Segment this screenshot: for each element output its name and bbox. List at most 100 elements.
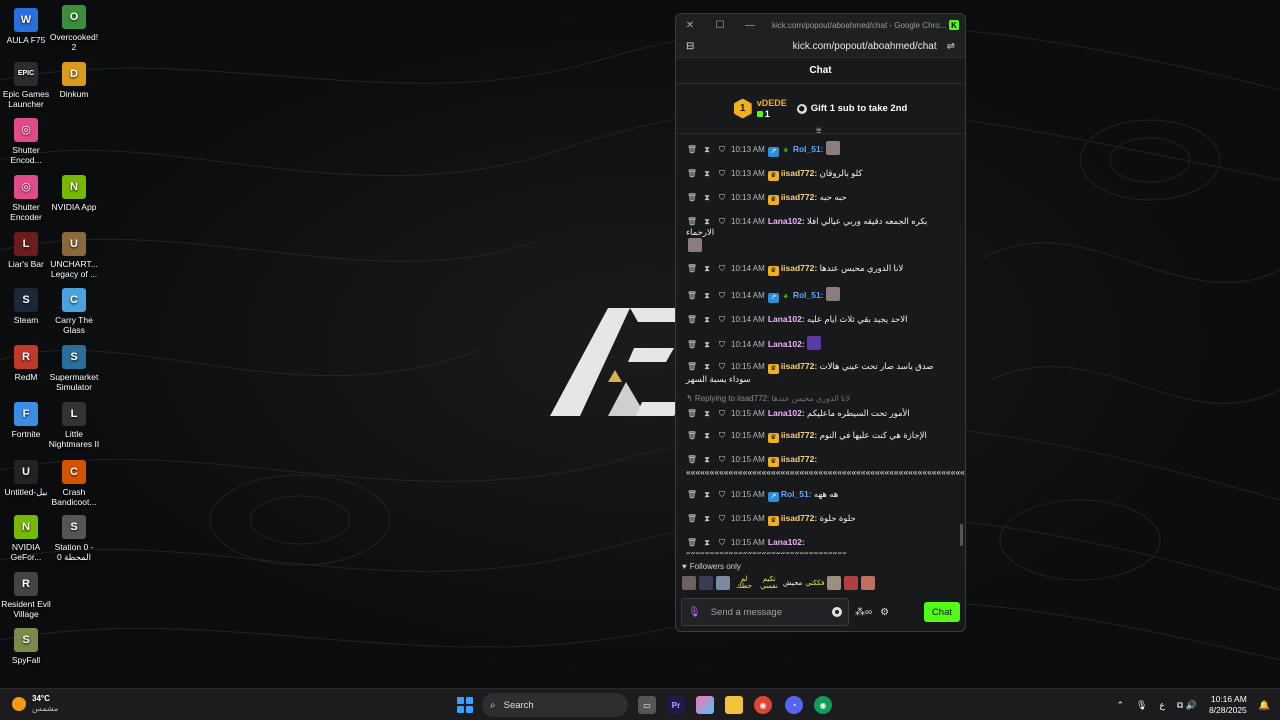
desktop-icon[interactable]: C Crash Bandicoot... <box>48 460 100 507</box>
emoji-picker-icon[interactable]: ☻ <box>832 607 842 617</box>
emote-text[interactable]: لم حطك <box>733 576 755 590</box>
crown-badge-icon[interactable]: ♛ <box>767 457 779 467</box>
clock[interactable]: 10:16 AM 8/28/2025 <box>1209 694 1247 716</box>
crown-badge-icon[interactable]: ♛ <box>767 195 779 205</box>
timeout-icon[interactable]: ⧗ <box>701 513 713 524</box>
desktop-icon[interactable]: L Liar's Bar <box>0 232 52 269</box>
timeout-icon[interactable]: ⧗ <box>701 430 713 441</box>
microphone-tray-icon[interactable]: 🎙 <box>1136 700 1147 711</box>
start-button[interactable] <box>457 697 473 713</box>
timeout-icon[interactable]: ⧗ <box>701 290 713 301</box>
emote-text[interactable]: تكيم نفسي <box>758 576 780 590</box>
delete-icon[interactable]: 🗑 <box>686 339 698 350</box>
ban-icon[interactable]: ⛉ <box>716 168 728 179</box>
photos-icon[interactable] <box>696 696 714 714</box>
delete-icon[interactable]: 🗑 <box>686 263 698 274</box>
desktop-icon[interactable]: D Dinkum <box>48 62 100 99</box>
chat-message[interactable]: 🗑 ⧗ ⛉ 10:15 AM ♛ iisad772: حلوة حلوة <box>686 508 957 532</box>
chat-message[interactable]: 🗑 ⧗ ⛉ 10:15 AM ♛ iisad772: الإجازة هي كنت علي… <box>686 425 957 449</box>
message-username[interactable]: Lana102: <box>768 339 805 349</box>
timeout-icon[interactable]: ⧗ <box>701 454 713 465</box>
chat-message[interactable]: 🗑 ⧗ ⛉ 10:14 AM ♛ iisad772: لانا الدوري محبس ع… <box>686 258 957 282</box>
delete-icon[interactable]: 🗑 <box>686 454 698 465</box>
chrome-active-icon[interactable]: ◉ <box>814 696 832 714</box>
gift-badge-icon[interactable]: ⚘ <box>781 293 791 303</box>
message-username[interactable]: Rol_51: <box>781 489 812 499</box>
emote[interactable] <box>844 576 859 590</box>
close-window-button[interactable]: ✕ <box>682 17 698 33</box>
delete-icon[interactable]: 🗑 <box>686 168 698 179</box>
timeout-icon[interactable]: ⧗ <box>701 361 713 372</box>
chevron-up-icon[interactable]: ⌃ <box>1116 700 1124 711</box>
crown-badge-icon[interactable]: ♛ <box>767 433 779 443</box>
crown-badge-icon[interactable]: ♛ <box>767 364 779 374</box>
timeout-icon[interactable]: ⧗ <box>701 263 713 274</box>
chat-message[interactable]: 🗑 ⧗ ⛉ 10:14 AM Lana102: بكره الجمعه دقيقه ور… <box>686 211 957 258</box>
ban-icon[interactable]: ⛉ <box>716 192 728 203</box>
timeout-icon[interactable]: ⧗ <box>701 339 713 350</box>
delete-icon[interactable]: 🗑 <box>686 314 698 325</box>
microphone-icon[interactable]: 🎙 <box>688 607 701 618</box>
message-username[interactable]: iisad772: <box>781 263 817 273</box>
emote-image[interactable] <box>825 141 840 155</box>
chat-message[interactable]: 🗑 ⧗ ⛉ 10:14 AM Lana102: الاحد يجيد بقي ثلاث … <box>686 309 957 331</box>
desktop-icon[interactable]: O Overcooked! 2 <box>48 5 100 52</box>
desktop-icon[interactable]: EPIC Epic Games Launcher <box>0 62 52 109</box>
message-username[interactable]: iisad772: <box>781 430 817 440</box>
site-info-icon[interactable]: ⊟ <box>684 41 696 52</box>
chat-message[interactable]: 🗑 ⧗ ⛉ 10:15 AM ♛ iisad772: صدق ياسد صار تحت ع… <box>686 356 957 391</box>
tune-icon[interactable]: ⇌ <box>945 41 957 52</box>
desktop-icon[interactable]: S Steam <box>0 288 52 325</box>
discord-icon[interactable]: ◔ <box>785 696 803 714</box>
send-chat-button[interactable]: Chat <box>923 602 960 622</box>
message-username[interactable]: Lana102: <box>768 408 805 418</box>
chat-message[interactable]: 🗑 ⧗ ⛉ 10:15 AM ♛ iisad772: ««««««««««««««««««… <box>686 449 965 484</box>
message-username[interactable]: iisad772: <box>781 361 817 371</box>
ban-icon[interactable]: ⛉ <box>716 430 728 441</box>
ban-icon[interactable]: ⛉ <box>716 144 728 155</box>
gift-badge-icon[interactable]: ⚘ <box>781 147 791 157</box>
taskbar-search[interactable]: ⌕ Search <box>482 693 628 717</box>
timeout-icon[interactable]: ⧗ <box>701 144 713 155</box>
message-input[interactable]: 🎙 Send a message ☻ <box>681 598 849 626</box>
chat-message[interactable]: 🗑 ⧗ ⛉ 10:15 AM ↗ Rol_51: هه ههه <box>686 484 957 508</box>
crown-badge-icon[interactable]: ♛ <box>767 171 779 181</box>
language-indicator[interactable]: ع <box>1159 700 1164 711</box>
timeout-icon[interactable]: ⧗ <box>701 489 713 500</box>
message-username[interactable]: iisad772: <box>781 192 817 202</box>
emote-text[interactable]: محيش <box>783 580 802 587</box>
desktop-icon[interactable]: S Supermarket Simulator <box>48 345 100 392</box>
minimize-window-button[interactable]: — <box>742 17 758 33</box>
crown-badge-icon[interactable]: ♛ <box>767 516 779 526</box>
message-username[interactable]: Lana102: <box>768 314 805 324</box>
settings-gear-icon[interactable]: ⚙ <box>878 607 891 618</box>
gift-sub-button[interactable]: ⬢ Gift 1 sub to take 2nd <box>796 103 907 114</box>
channel-points-icon[interactable]: ⁂∞ <box>853 607 874 618</box>
chat-scrollbar[interactable] <box>960 524 963 546</box>
ban-icon[interactable]: ⛉ <box>716 263 728 274</box>
chat-message[interactable]: 🗑 ⧗ ⛉ 10:15 AM Lana102: الأمور تحت السيطره م… <box>686 403 957 425</box>
message-username[interactable]: iisad772: <box>781 513 817 523</box>
emote[interactable] <box>682 576 696 590</box>
desktop-icon[interactable]: S SpyFall <box>0 628 52 665</box>
emote[interactable] <box>699 576 713 590</box>
timeout-icon[interactable]: ⧗ <box>701 408 713 419</box>
delete-icon[interactable]: 🗑 <box>686 290 698 301</box>
message-username[interactable]: iisad772: <box>781 168 817 178</box>
timeout-icon[interactable]: ⧗ <box>701 314 713 325</box>
ban-icon[interactable]: ⛉ <box>716 290 728 301</box>
chat-message[interactable]: 🗑 ⧗ ⛉ 10:14 AM ↗ ⚘ Rol_51: <box>686 282 957 309</box>
desktop-icon[interactable]: ◎ Shutter Encoder <box>0 175 52 222</box>
emote[interactable] <box>827 576 842 590</box>
crown-badge-icon[interactable]: ♛ <box>767 266 779 276</box>
desktop-icon[interactable]: W AULA F75 <box>0 8 52 45</box>
task-view-icon[interactable]: ▭ <box>638 696 656 714</box>
desktop-icon[interactable]: U UNCHART... Legacy of ... <box>48 232 100 279</box>
chat-message[interactable]: 🗑 ⧗ ⛉ 10:13 AM ♛ iisad772: حبه حبه <box>686 187 957 211</box>
timeout-icon[interactable]: ⧗ <box>701 537 713 548</box>
delete-icon[interactable]: 🗑 <box>686 361 698 372</box>
desktop-icon[interactable]: U Untitled-بيل <box>0 460 52 497</box>
timeout-icon[interactable]: ⧗ <box>701 168 713 179</box>
emote-image[interactable] <box>825 287 840 301</box>
timeout-icon[interactable]: ⧗ <box>701 192 713 203</box>
